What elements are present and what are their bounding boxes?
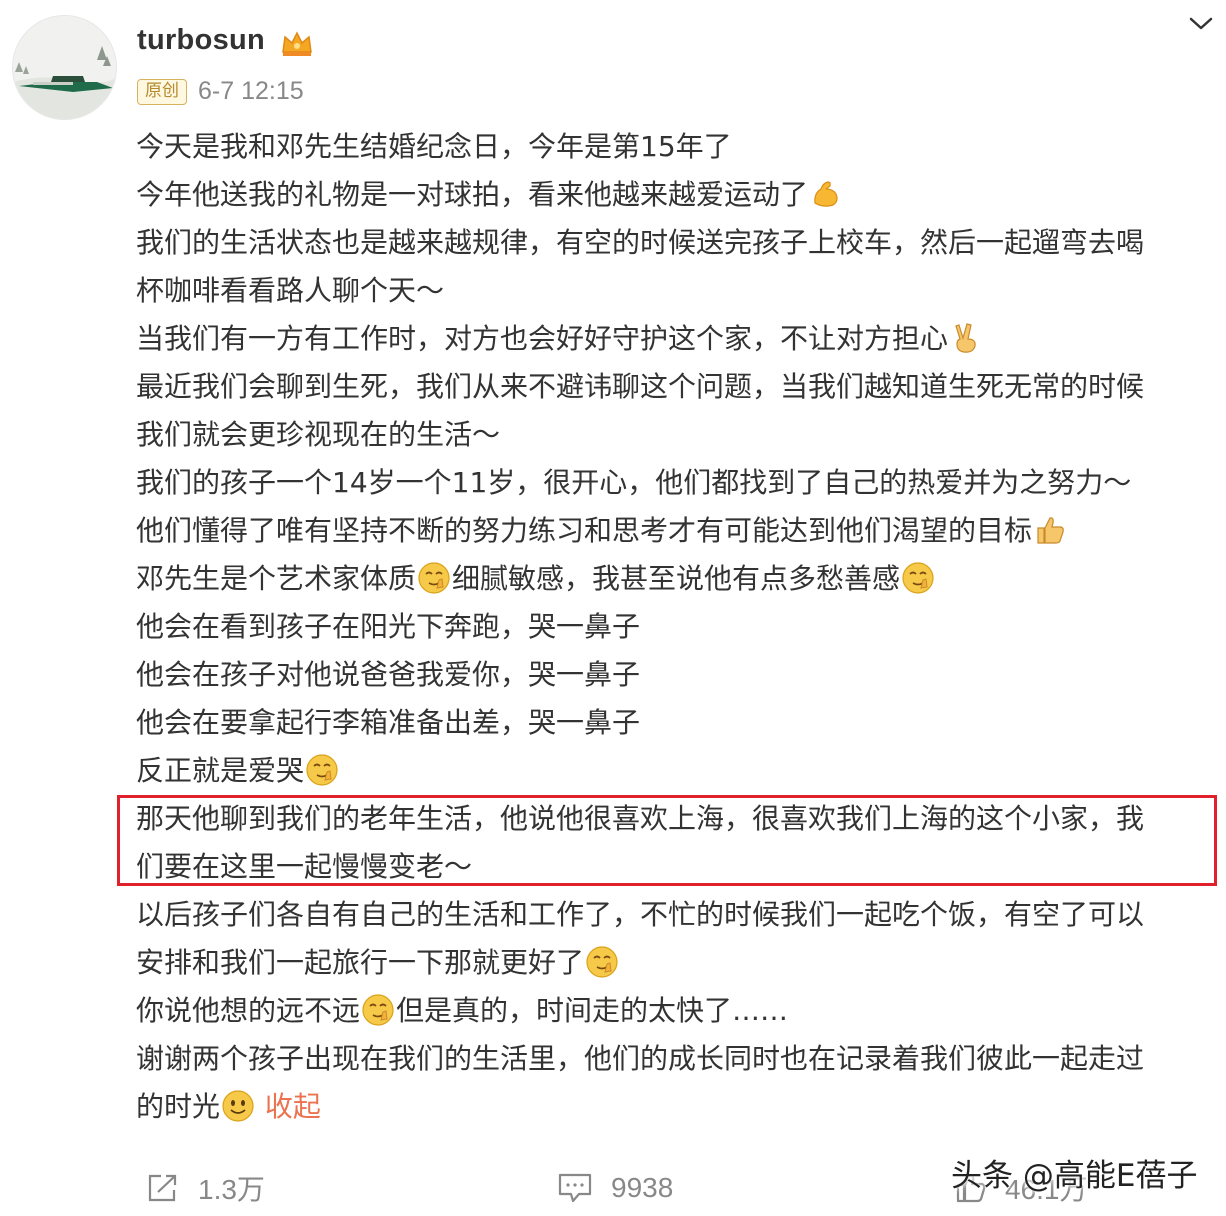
post-line: 他会在要拿起行李箱准备出差，哭一鼻子	[136, 706, 641, 739]
muscle-emoji-icon	[814, 181, 838, 207]
post-line: 我们就会更珍视现在的生活～	[136, 418, 501, 451]
original-badge: 原创	[137, 79, 187, 105]
post-line: 当我们有一方有工作时，对方也会好好守护这个家，不让对方担心	[136, 315, 1221, 363]
crown-icon	[282, 31, 312, 56]
post-line: 我们的孩子一个14岁一个11岁，很开心，他们都找到了自己的热爱并为之努力～	[136, 466, 1132, 499]
comment-count: 9938	[611, 1172, 674, 1203]
post-time[interactable]: 6-7 12:15	[198, 77, 304, 106]
post-line: 的时光 收起	[136, 1090, 321, 1123]
comment-button[interactable]: 9938	[557, 1166, 673, 1210]
heh-emoji-icon	[306, 754, 338, 786]
avatar[interactable]	[12, 15, 117, 120]
repost-button[interactable]: 1.3万	[146, 1166, 265, 1210]
post-line: 们要在这里一起慢慢变老～	[136, 850, 473, 883]
post-line: 以后孩子们各自有自己的生活和工作了，不忙的时候我们一起吃个饭，有空了可以	[136, 898, 1145, 931]
post-line: 今年他送我的礼物是一对球拍，看来他越来越爱运动了	[136, 171, 1221, 219]
post-line: 那天他聊到我们的老年生活，他说他很喜欢上海，很喜欢我们上海的这个小家，我	[136, 802, 1145, 835]
post-line: 他们懂得了唯有坚持不断的努力练习和思考才有可能达到他们渴望的目标	[136, 507, 1221, 555]
collapse-link[interactable]: 收起	[265, 1090, 321, 1123]
username[interactable]: turbosun	[137, 24, 265, 57]
post-line: 今天是我和邓先生结婚纪念日，今年是第15年了	[136, 130, 732, 163]
post-line: 杯咖啡看看路人聊个天～	[136, 274, 445, 307]
post-line: 最近我们会聊到生死，我们从来不避讳聊这个问题，当我们越知道生死无常的时候	[136, 370, 1145, 403]
victory-hand-emoji-icon	[955, 323, 976, 353]
chevron-down-icon[interactable]	[1186, 12, 1216, 34]
comment-icon	[558, 1173, 592, 1203]
avatar-image	[13, 16, 116, 119]
post-text: 今天是我和邓先生结婚纪念日，今年是第15年了 今年他送我的礼物是一对球拍，看来他…	[136, 123, 1221, 1131]
post-line: 他会在看到孩子在阳光下奔跑，哭一鼻子	[136, 610, 641, 643]
thumbs-up-emoji-icon	[1037, 517, 1064, 544]
heh-emoji-icon	[586, 946, 618, 978]
smile-emoji-icon	[222, 1090, 254, 1122]
post-line: 他会在孩子对他说爸爸我爱你，哭一鼻子	[136, 658, 641, 691]
repost-icon	[148, 1174, 177, 1202]
post-line: 我们的生活状态也是越来越规律，有空的时候送完孩子上校车，然后一起遛弯去喝	[136, 226, 1145, 259]
heh-emoji-icon	[902, 562, 934, 594]
heh-emoji-icon	[362, 994, 394, 1026]
repost-count: 1.3万	[198, 1174, 265, 1205]
post-line: 你说他想的远不远 但是真的，时间走的太快了……	[136, 994, 789, 1027]
post-line: 安排和我们一起旅行一下那就更好了	[136, 939, 1221, 987]
post-line: 邓先生是个艺术家体质 细腻敏感，我甚至说他有点多愁善感	[136, 555, 1221, 603]
post-line: 反正就是爱哭	[136, 747, 1221, 795]
watermark: 头条 @高能E蓓子	[951, 1158, 1198, 1194]
post-line: 谢谢两个孩子出现在我们的生活里，他们的成长同时也在记录着我们彼此一起走过	[136, 1042, 1145, 1075]
heh-emoji-icon	[418, 562, 450, 594]
